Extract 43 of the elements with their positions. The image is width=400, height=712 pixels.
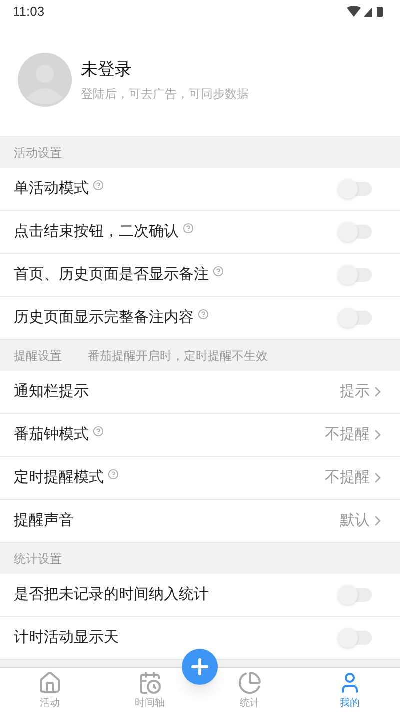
setting-label: 点击结束按钮，二次确认 [14, 222, 179, 242]
section-header: 统计设置 [14, 550, 62, 568]
setting-label: 历史页面显示完整备注内容 [14, 308, 194, 328]
help-icon[interactable] [93, 426, 104, 436]
section-header: 活动设置 [14, 144, 62, 162]
setting-label: 是否把未记录的时间纳入统计 [14, 584, 209, 605]
toggle-switch[interactable] [340, 268, 372, 282]
toggle-switch[interactable] [340, 631, 372, 645]
home-icon [38, 671, 62, 695]
pie-chart-icon [238, 671, 262, 695]
setting-label: 首页、历史页面是否显示备注 [14, 264, 209, 285]
help-icon[interactable] [93, 180, 104, 190]
section-header: 提醒设置 [14, 348, 62, 364]
settings-row[interactable]: 番茄钟模式 不提醒 [0, 414, 400, 457]
settings-row[interactable]: 历史页面显示完整备注内容 [0, 297, 400, 340]
setting-label: 计时活动显示天 [14, 628, 119, 648]
setting-label: 通知栏提示 [14, 382, 89, 402]
help-icon[interactable] [198, 308, 209, 320]
settings-row[interactable]: 是否把未记录的时间纳入统计 [0, 574, 400, 617]
profile-name: 未登录 [81, 59, 133, 82]
toggle-switch[interactable] [340, 225, 372, 239]
toggle-switch[interactable] [340, 311, 372, 325]
settings-row[interactable]: 首页、历史页面是否显示备注 [0, 254, 400, 297]
setting-label: 番茄钟模式 [14, 424, 89, 445]
settings-row[interactable]: 计时活动显示天 [0, 617, 400, 660]
avatar [18, 53, 72, 107]
settings-row[interactable]: 定时提醒模式 不提醒 [0, 457, 400, 500]
settings-row[interactable]: 提醒声音 默认 [0, 500, 400, 543]
status-time: 11:03 [13, 3, 45, 22]
settings-row[interactable]: 点击结束按钮，二次确认 [0, 211, 400, 254]
help-icon[interactable] [108, 468, 119, 480]
setting-label: 定时提醒模式 [14, 468, 104, 488]
help-icon[interactable] [183, 222, 194, 234]
settings-row[interactable]: 单活动模式 [0, 168, 400, 211]
section-note: 番茄提醒开启时，定时提醒不生效 [88, 348, 268, 364]
setting-label: 提醒声音 [14, 510, 74, 531]
toggle-switch[interactable] [340, 588, 372, 602]
setting-label: 单活动模式 [14, 178, 89, 199]
calendar-clock-icon [138, 671, 162, 695]
settings-row[interactable]: 通知栏提示 提示 [0, 371, 400, 414]
toggle-switch[interactable] [340, 182, 372, 196]
help-icon[interactable] [213, 266, 224, 276]
profile-subtitle: 登陆后，可去广告，可同步数据 [81, 86, 249, 103]
